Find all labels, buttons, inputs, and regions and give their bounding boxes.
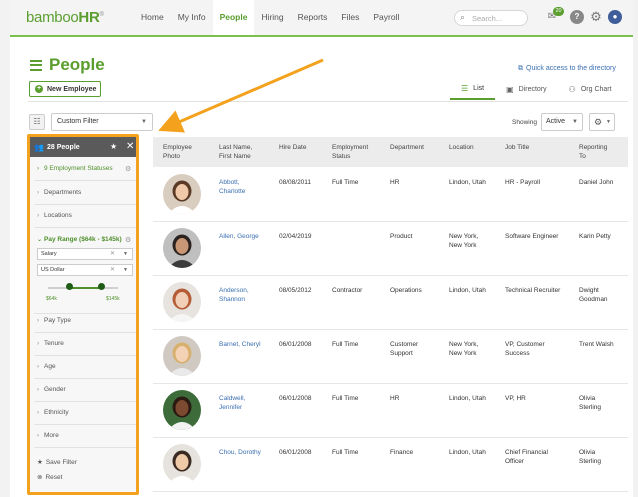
- annotation-arrow: [158, 58, 324, 133]
- app-window: bambooHR® Home My Info People Hiring Rep…: [10, 0, 633, 497]
